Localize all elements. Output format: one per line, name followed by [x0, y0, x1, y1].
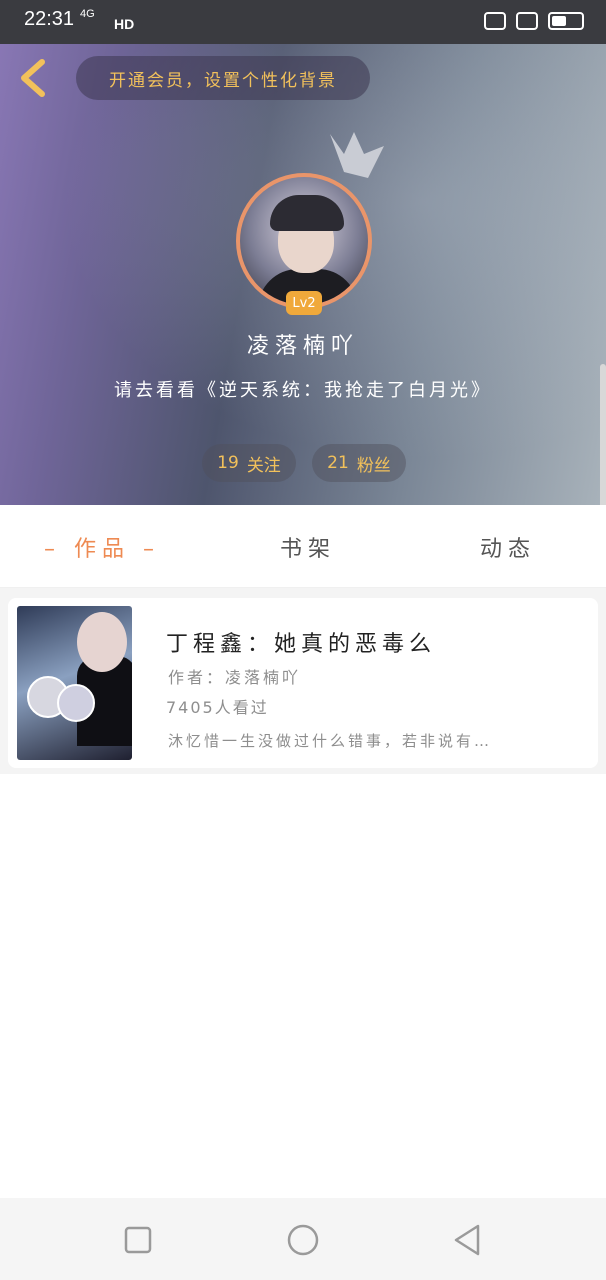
book-description: 沐忆惜一生没做过什么错事，若非说有…	[168, 732, 493, 750]
following-count: 19	[217, 453, 239, 473]
tab-works[interactable]: – 作品 –	[44, 531, 160, 563]
status-time: 22:31	[24, 8, 75, 30]
vip-background-tip[interactable]: 开通会员，设置个性化背景	[76, 56, 370, 100]
book-title[interactable]: 丁程鑫：她真的恶毒么	[166, 626, 436, 658]
avatar-container[interactable]: Lv2	[236, 173, 372, 315]
book-views: 7405人看过	[166, 698, 269, 717]
status-network: 4G	[80, 8, 95, 20]
profile-tabs: – 作品 – 书架 动态	[0, 505, 606, 588]
status-hd: HD	[114, 16, 135, 32]
avatar[interactable]	[236, 173, 372, 309]
fans-count: 21	[327, 453, 349, 473]
signature: 请去看看《逆天系统：我抢走了白月光》	[114, 380, 492, 401]
back-chevron-icon[interactable]	[16, 58, 52, 98]
vibrate-icon	[484, 12, 506, 30]
tab-decoration-right: –	[143, 537, 161, 562]
tab-bookshelf[interactable]: 书架	[280, 531, 336, 563]
book-card[interactable]: 丁程鑫：她真的恶毒么 作者：凌落楠吖 7405人看过 沐忆惜一生没做过什么错事，…	[8, 598, 598, 768]
circle-icon[interactable]	[281, 1218, 325, 1262]
fans-label: 粉丝	[356, 455, 391, 476]
system-nav-bar	[0, 1198, 606, 1280]
square-icon[interactable]	[116, 1218, 160, 1262]
following-button[interactable]: 19 关注	[202, 444, 296, 482]
triangle-back-icon[interactable]	[446, 1218, 490, 1262]
tab-activity[interactable]: 动态	[480, 531, 536, 563]
fans-button[interactable]: 21 粉丝	[312, 444, 406, 482]
status-icons	[484, 12, 584, 30]
level-badge: Lv2	[286, 291, 322, 315]
following-label: 关注	[246, 455, 281, 476]
tab-label: 作品	[74, 537, 131, 562]
author-name: 凌落楠吖	[225, 668, 302, 687]
status-bar: 22:31 4G HD	[0, 0, 606, 44]
battery-icon	[548, 12, 584, 30]
nickname: 凌落楠吖	[246, 334, 359, 359]
book-author: 作者：凌落楠吖	[168, 664, 301, 688]
lock-rotation-icon	[516, 12, 538, 30]
author-prefix: 作者：	[168, 668, 226, 687]
tab-decoration-left: –	[44, 537, 61, 562]
book-cover[interactable]	[17, 606, 132, 760]
